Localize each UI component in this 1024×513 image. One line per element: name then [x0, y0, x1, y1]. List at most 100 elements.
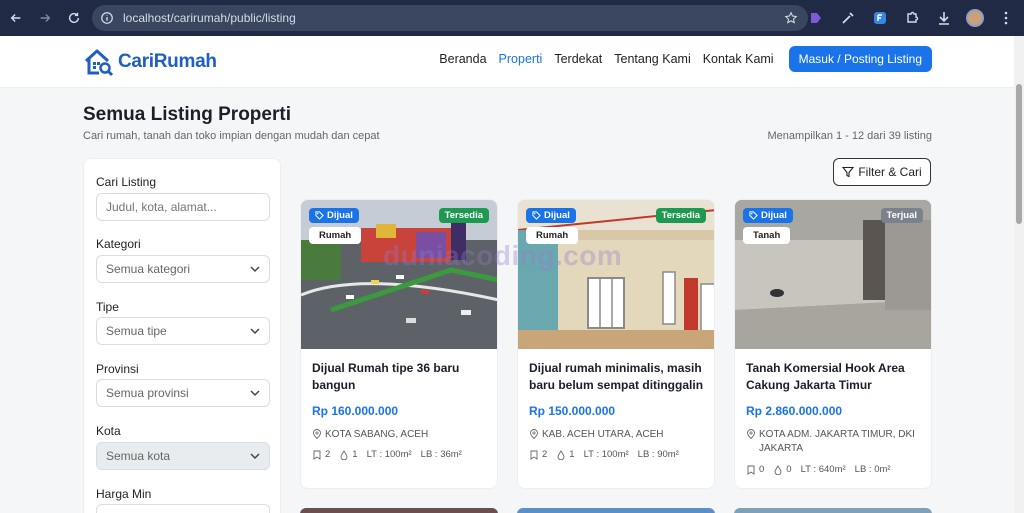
listing-price: Rp 2.860.000.000 [746, 404, 843, 418]
listing-title[interactable]: Dijual rumah minimalis, masih baru belum… [529, 360, 707, 394]
province-select-value: Semua provinsi [106, 386, 189, 400]
browser-menu-icon[interactable] [996, 8, 1016, 28]
back-icon[interactable] [3, 5, 29, 31]
main-nav: Beranda Properti Terdekat Tentang Kami K… [427, 46, 932, 72]
listing-price: Rp 160.000.000 [312, 404, 399, 418]
listing-card-peek[interactable] [517, 508, 715, 513]
listing-type-badge: Dijual [309, 208, 359, 223]
category-select[interactable]: Semua kategori [96, 255, 270, 283]
bed-icon [313, 450, 321, 460]
filter-sidebar: Cari Listing Kategori Semua kategori Tip… [83, 158, 281, 513]
profile-avatar[interactable] [966, 9, 984, 27]
bed-count: 2 [325, 449, 331, 460]
listing-location-text: KAB. ACEH UTARA, ACEH [542, 429, 664, 440]
filter-icon [842, 166, 855, 178]
listing-card-peek[interactable] [300, 508, 498, 513]
bath-count: 1 [569, 449, 575, 460]
address-bar[interactable]: localhost/carirumah/public/listing [92, 5, 808, 31]
building-area: LB : 0m² [854, 464, 891, 475]
page-subtitle: Cari rumah, tanah dan toko impian dengan… [83, 130, 380, 142]
nav-kontak-kami[interactable]: Kontak Kami [703, 52, 774, 66]
listing-meta: 2 1 LT : 100m² LB : 36m² [312, 449, 471, 460]
chevron-down-icon [250, 266, 260, 273]
listing-card-peek[interactable] [734, 508, 932, 513]
login-post-listing-button[interactable]: Masuk / Posting Listing [788, 46, 932, 72]
listing-title[interactable]: Dijual Rumah tipe 36 baru bangun [312, 360, 490, 394]
category-label: Kategori [96, 237, 141, 251]
land-area: LT : 100m² [366, 449, 412, 460]
page-scrollbar[interactable] [1014, 36, 1024, 513]
nav-properti[interactable]: Properti [499, 52, 543, 66]
bed-count: 2 [542, 449, 548, 460]
city-select[interactable]: Semua kota [96, 442, 270, 470]
filter-search-button[interactable]: Filter & Cari [833, 158, 931, 186]
address-url[interactable]: localhost/carirumah/public/listing [123, 11, 784, 25]
listing-location-text: KOTA SABANG, ACEH [325, 429, 429, 440]
download-icon[interactable] [934, 8, 954, 28]
province-select[interactable]: Semua provinsi [96, 379, 270, 407]
bookmark-star-icon[interactable] [784, 11, 798, 25]
bed-icon [530, 450, 538, 460]
location-pin-icon [313, 429, 321, 439]
nav-beranda[interactable]: Beranda [439, 52, 486, 66]
listing-category-badge: Tanah [743, 227, 791, 244]
city-select-value: Semua kota [106, 449, 171, 463]
listing-type-label: Dijual [327, 210, 353, 221]
site-logo[interactable]: CariRumah [83, 47, 217, 77]
bath-count: 0 [786, 464, 792, 475]
building-area: LB : 90m² [637, 449, 679, 460]
price-min-label: Harga Min [96, 487, 152, 501]
extension-f-icon[interactable] [870, 8, 890, 28]
nav-terdekat[interactable]: Terdekat [554, 52, 602, 66]
location-pin-icon [530, 429, 538, 439]
listing-type-badge: Dijual [743, 208, 793, 223]
land-area: LT : 640m² [800, 464, 846, 475]
watermark: duniacoding.com [383, 240, 623, 271]
bed-icon [747, 465, 755, 475]
tag-icon [749, 211, 758, 220]
extension-icon[interactable] [806, 8, 826, 28]
tag-icon [315, 211, 324, 220]
chevron-down-icon [250, 328, 260, 335]
scrollbar-thumb[interactable] [1016, 84, 1022, 224]
listing-meta: 0 0 LT : 640m² LB : 0m² [746, 464, 900, 475]
site-header: CariRumah Beranda Properti Terdekat Tent… [0, 36, 1014, 88]
nav-tentang-kami[interactable]: Tentang Kami [614, 52, 690, 66]
listing-status-badge: Terjual [880, 208, 923, 223]
filter-button-label: Filter & Cari [858, 165, 922, 179]
listing-location-text: KOTA ADM. JAKARTA TIMUR, DKI JAKARTA [759, 429, 915, 454]
bath-icon [774, 464, 782, 475]
price-min-input[interactable] [96, 504, 270, 513]
chevron-down-icon [250, 453, 260, 460]
search-label: Cari Listing [96, 175, 157, 189]
type-select[interactable]: Semua tipe [96, 317, 270, 345]
listing-title[interactable]: Tanah Komersial Hook Area Cakung Jakarta… [746, 360, 924, 394]
forward-icon[interactable] [32, 5, 58, 31]
province-label: Provinsi [96, 362, 139, 376]
bed-count: 0 [759, 464, 765, 475]
puzzle-extensions-icon[interactable] [902, 8, 922, 28]
listing-type-badge: Dijual [526, 208, 576, 223]
chevron-down-icon [250, 390, 260, 397]
bath-count: 1 [352, 449, 358, 460]
listing-location: KOTA SABANG, ACEH [312, 428, 492, 442]
listing-category-badge: Rumah [309, 227, 362, 244]
listing-price: Rp 150.000.000 [529, 404, 616, 418]
listing-status-badge: Tersedia [655, 208, 706, 223]
type-select-value: Semua tipe [106, 324, 167, 338]
listing-meta: 2 1 LT : 100m² LB : 90m² [529, 449, 688, 460]
browser-toolbar: localhost/carirumah/public/listing [0, 0, 1024, 36]
location-pin-icon [747, 429, 755, 439]
category-select-value: Semua kategori [106, 262, 191, 276]
land-area: LT : 100m² [583, 449, 629, 460]
listing-card[interactable]: Dijual Tanah Terjual Tanah Komersial Hoo… [734, 199, 932, 489]
result-count: Menampilkan 1 - 12 dari 39 listing [767, 130, 932, 142]
bath-icon [557, 449, 565, 460]
search-input[interactable] [96, 193, 270, 221]
listing-type-label: Dijual [544, 210, 570, 221]
tag-icon [532, 211, 541, 220]
reload-icon[interactable] [61, 5, 87, 31]
building-area: LB : 36m² [420, 449, 462, 460]
eyedropper-icon[interactable] [838, 8, 858, 28]
site-info-icon[interactable] [100, 11, 114, 25]
